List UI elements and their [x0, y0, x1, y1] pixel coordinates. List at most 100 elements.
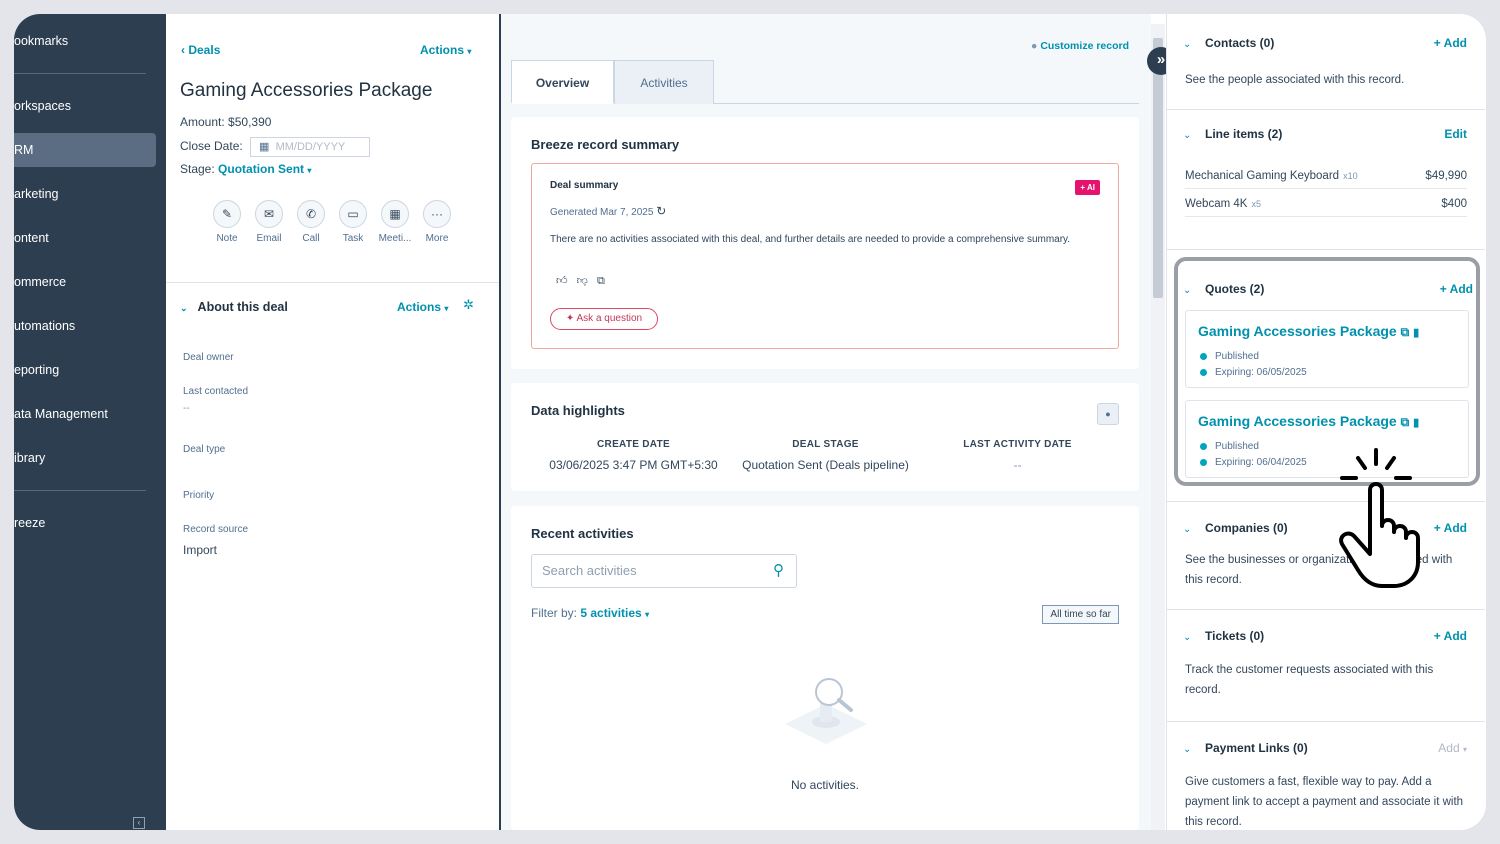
more-action[interactable]: ··· More	[416, 200, 458, 244]
edit-line-items-button[interactable]: Edit	[1444, 127, 1467, 141]
nav-item-bookmarks[interactable]: ookmarks	[14, 24, 156, 58]
record-tabs: Overview Activities	[511, 60, 1139, 104]
companies-title[interactable]: Companies (0)	[1205, 521, 1288, 535]
record-actions-button[interactable]: Actions ▾	[420, 43, 471, 57]
nav-item-commerce[interactable]: ommerce	[14, 265, 156, 299]
thumbs-down-icon[interactable]: 👎︎	[577, 275, 588, 287]
chevron-down-icon[interactable]: ⌄	[1183, 744, 1191, 755]
nav-item-library[interactable]: ibrary	[14, 441, 156, 475]
chevron-down-icon[interactable]: ⌄	[1183, 130, 1191, 141]
search-activities-input[interactable]: Search activities ⚲	[531, 554, 797, 588]
tab-overview[interactable]: Overview	[511, 60, 614, 104]
chevron-down-icon[interactable]: ⌄	[1183, 632, 1191, 643]
line-items-title[interactable]: Line items (2)	[1205, 127, 1282, 141]
middle-panel: ● Customize record Overview Activities B…	[501, 14, 1151, 830]
nav-item-reporting[interactable]: eporting	[14, 353, 156, 387]
line-item-name: Webcam 4K	[1185, 198, 1248, 210]
more-label: More	[425, 233, 449, 244]
deal-stage-value: Quotation Sent (Deals pipeline)	[742, 458, 909, 472]
last-contacted-label: Last contacted	[183, 386, 249, 397]
contacts-title[interactable]: Contacts (0)	[1205, 36, 1274, 50]
middle-scrollbar[interactable]	[1151, 24, 1165, 830]
create-date-column: CREATE DATE 03/06/2025 3:47 PM GMT+5:30	[541, 439, 726, 472]
copy-icon[interactable]: ⧉	[597, 275, 605, 287]
tickets-text: Track the customer requests associated w…	[1185, 664, 1434, 696]
call-label: Call	[302, 233, 320, 244]
left-navigation: ookmarks orkspaces RM arketing ontent om…	[14, 14, 166, 830]
customize-label: Customize record	[1040, 40, 1129, 52]
close-date-label: Close Date:	[180, 139, 243, 154]
line-item[interactable]: Mechanical Gaming Keyboard x10 $49,990	[1185, 170, 1467, 189]
email-action[interactable]: ✉ Email	[248, 200, 290, 244]
line-item-price: $400	[1441, 198, 1467, 210]
record-source-value[interactable]: Import	[183, 543, 217, 557]
payment-links-title[interactable]: Payment Links (0)	[1205, 741, 1308, 755]
nav-item-crm[interactable]: RM	[14, 133, 156, 167]
note-label: Note	[216, 233, 238, 244]
search-icon[interactable]: ⚲	[773, 555, 784, 587]
about-title: About this deal	[197, 300, 288, 314]
about-section-toggle[interactable]: ⌄ About this deal	[180, 300, 288, 314]
nav-item-breeze[interactable]: reeze	[14, 506, 156, 540]
back-link-label: Deals	[188, 43, 221, 57]
app-window: ookmarks orkspaces RM arketing ontent om…	[14, 14, 1486, 830]
record-title: Gaming Accessories Package	[180, 80, 433, 101]
add-contact-button[interactable]: + Add	[1434, 36, 1467, 50]
add-ticket-button[interactable]: + Add	[1434, 629, 1467, 643]
thumbs-up-icon[interactable]: 👍︎	[556, 275, 568, 287]
add-payment-link-button[interactable]: Add ▾	[1438, 741, 1467, 755]
nav-item-marketing[interactable]: arketing	[14, 177, 156, 211]
filter-dropdown[interactable]: 5 activities ▾	[580, 606, 649, 620]
empty-state-illustration	[785, 678, 867, 744]
tickets-title[interactable]: Tickets (0)	[1205, 629, 1264, 643]
scrollbar-thumb[interactable]	[1153, 38, 1163, 298]
filter-label: Filter by:	[531, 606, 578, 620]
summary-title: Breeze record summary	[531, 137, 680, 152]
ask-label: Ask a question	[576, 313, 643, 324]
last-activity-value: --	[1013, 458, 1022, 472]
record-panel: ‹ Deals Actions ▾ Gaming Accessories Pac…	[166, 20, 499, 830]
nav-item-data-management[interactable]: ata Management	[14, 397, 156, 431]
close-date-row: Close Date: ▦ MM/DD/YYYY	[180, 137, 371, 157]
nav-item-workspaces[interactable]: orkspaces	[14, 89, 156, 123]
last-contacted-value[interactable]: --	[183, 403, 190, 414]
priority-label: Priority	[183, 490, 215, 501]
note-action[interactable]: ✎ Note	[206, 200, 248, 244]
chevron-down-icon[interactable]: ⌄	[1183, 39, 1191, 50]
refresh-icon[interactable]: ↻	[656, 204, 666, 218]
chevron-down-icon[interactable]: ⌄	[1183, 524, 1191, 535]
task-action[interactable]: ▭ Task	[332, 200, 374, 244]
deal-type-label: Deal type	[183, 444, 226, 455]
caret-down-icon: ▾	[444, 304, 449, 313]
collapse-nav-icon[interactable]: ‹	[133, 817, 145, 829]
call-action[interactable]: ✆ Call	[290, 200, 332, 244]
meeting-action[interactable]: ▦ Meeti...	[374, 200, 416, 244]
deal-stage-header: DEAL STAGE	[792, 439, 859, 450]
tab-activities[interactable]: Activities	[614, 60, 714, 104]
customize-record-link[interactable]: ● Customize record	[1031, 40, 1129, 52]
last-activity-column: LAST ACTIVITY DATE --	[925, 439, 1110, 472]
stage-label: Stage:	[180, 162, 215, 176]
close-date-input[interactable]: ▦ MM/DD/YYYY	[250, 137, 371, 157]
about-actions-label: Actions	[397, 300, 442, 314]
add-payment-label: Add	[1438, 741, 1460, 755]
about-actions-button[interactable]: Actions ▾	[397, 300, 448, 314]
back-to-deals-link[interactable]: ‹ Deals	[181, 43, 220, 57]
gear-icon[interactable]: ✲	[463, 297, 474, 313]
hand-cursor-icon	[1339, 448, 1420, 588]
highlights-settings-icon[interactable]: ●	[1097, 403, 1119, 425]
nav-item-automations[interactable]: utomations	[14, 309, 156, 343]
nav-item-content[interactable]: ontent	[14, 221, 156, 255]
generated-label: Generated Mar 7, 2025	[550, 207, 654, 218]
nav-divider	[14, 490, 146, 491]
line-item[interactable]: Webcam 4K x5 $400	[1185, 198, 1467, 217]
filter-value: 5 activities	[580, 606, 642, 620]
tickets-section: ⌄ Tickets (0) + Add Track the customer r…	[1167, 610, 1485, 722]
time-range-button[interactable]: All time so far	[1042, 605, 1119, 624]
ai-badge: + AI	[1075, 180, 1100, 195]
stage-dropdown[interactable]: Quotation Sent ▾	[218, 162, 311, 176]
filter-row: Filter by: 5 activities ▾	[531, 606, 649, 620]
calendar-icon: ▦	[259, 141, 270, 153]
ask-question-button[interactable]: ✦ Ask a question	[550, 308, 658, 330]
amount-value: $50,390	[228, 115, 272, 129]
